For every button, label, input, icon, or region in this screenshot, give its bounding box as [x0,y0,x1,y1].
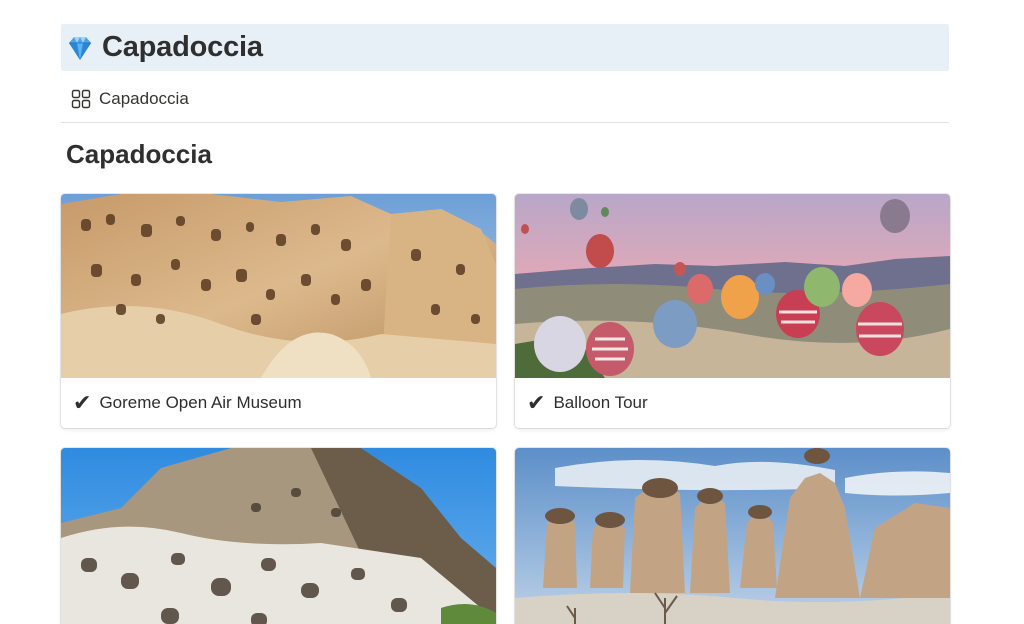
divider [61,122,949,123]
fairy-chimneys-photo [515,448,950,624]
gallery-grid-icon [71,89,91,109]
gallery-card-4[interactable] [515,448,950,624]
gallery-card-3[interactable] [61,448,496,624]
page-header: Capadoccia [61,24,949,71]
checkmark-icon: ✔ [527,390,546,416]
card-title: Balloon Tour [553,393,648,412]
gallery-card-goreme[interactable]: ✔ Goreme Open Air Museum [61,194,496,428]
cave-dwellings-photo [61,194,496,378]
gem-icon[interactable] [65,34,95,62]
rock-cave-town-photo [61,448,496,624]
gallery-card-balloon-tour[interactable]: ✔ Balloon Tour [515,194,950,428]
card-title: Goreme Open Air Museum [99,393,302,412]
page: Capadoccia Capadoccia Capadoccia ✔ Gorem… [0,0,1024,624]
view-tab-label: Capadoccia [99,89,189,108]
page-title: Capadoccia [102,31,263,63]
checkmark-icon: ✔ [73,390,92,416]
view-tab-gallery[interactable]: Capadoccia [71,86,189,112]
section-title: Capadoccia [66,139,212,169]
hot-air-balloons-photo [515,194,950,378]
